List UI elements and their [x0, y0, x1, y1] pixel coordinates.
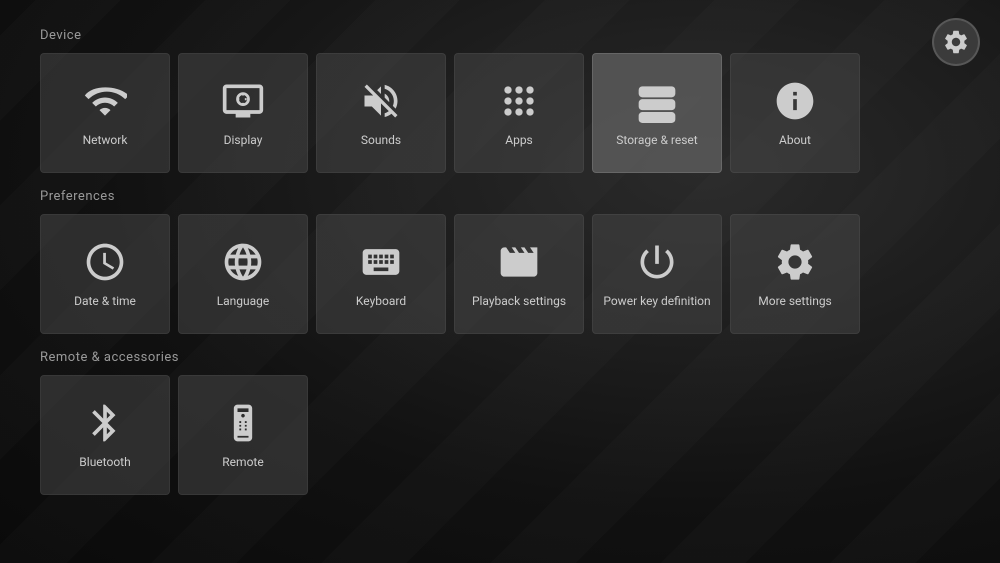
tile-sounds[interactable]: Sounds	[316, 53, 446, 173]
tile-datetime[interactable]: Date & time	[40, 214, 170, 334]
remote-section-label: Remote & accessories	[40, 350, 960, 365]
settings-gear-button[interactable]	[932, 18, 980, 66]
info-icon	[773, 79, 817, 123]
device-section-label: Device	[40, 28, 960, 43]
gear-icon	[942, 28, 970, 56]
tile-remote[interactable]: Remote	[178, 375, 308, 495]
tile-display[interactable]: Display	[178, 53, 308, 173]
film-icon	[497, 240, 541, 284]
tile-apps[interactable]: Apps	[454, 53, 584, 173]
tile-apps-label: Apps	[505, 133, 533, 147]
display-icon	[221, 79, 265, 123]
power-icon	[635, 240, 679, 284]
apps-icon	[497, 79, 541, 123]
storage-icon	[635, 79, 679, 123]
tile-language-label: Language	[217, 294, 270, 308]
tile-storage-label: Storage & reset	[616, 133, 697, 147]
clock-icon	[83, 240, 127, 284]
tile-network[interactable]: Network	[40, 53, 170, 173]
tile-playback[interactable]: Playback settings	[454, 214, 584, 334]
device-tiles-row: Network Display Sounds Apps	[40, 53, 960, 173]
tile-remote-label: Remote	[222, 455, 263, 469]
preferences-section-label: Preferences	[40, 189, 960, 204]
tile-bluetooth[interactable]: Bluetooth	[40, 375, 170, 495]
tile-about-label: About	[779, 133, 811, 147]
tile-about[interactable]: About	[730, 53, 860, 173]
keyboard-icon	[359, 240, 403, 284]
tile-sounds-label: Sounds	[361, 133, 401, 147]
tile-playback-label: Playback settings	[472, 294, 566, 308]
tile-bluetooth-label: Bluetooth	[79, 455, 130, 469]
tile-datetime-label: Date & time	[74, 294, 136, 308]
tile-language[interactable]: Language	[178, 214, 308, 334]
globe-icon	[221, 240, 265, 284]
tile-network-label: Network	[83, 133, 128, 147]
sound-off-icon	[359, 79, 403, 123]
tile-storage[interactable]: Storage & reset	[592, 53, 722, 173]
tile-more-settings-label: More settings	[758, 294, 832, 308]
preferences-tiles-row: Date & time Language Keyboard	[40, 214, 960, 334]
tile-display-label: Display	[224, 133, 263, 147]
tile-keyboard[interactable]: Keyboard	[316, 214, 446, 334]
more-settings-icon	[773, 240, 817, 284]
tile-keyboard-label: Keyboard	[356, 294, 406, 308]
remote-tiles-row: Bluetooth Remote	[40, 375, 960, 495]
tile-more-settings[interactable]: More settings	[730, 214, 860, 334]
tile-power-label: Power key definition	[603, 294, 710, 308]
bluetooth-icon	[83, 401, 127, 445]
wifi-icon	[83, 79, 127, 123]
remote-icon	[221, 401, 265, 445]
tile-power[interactable]: Power key definition	[592, 214, 722, 334]
